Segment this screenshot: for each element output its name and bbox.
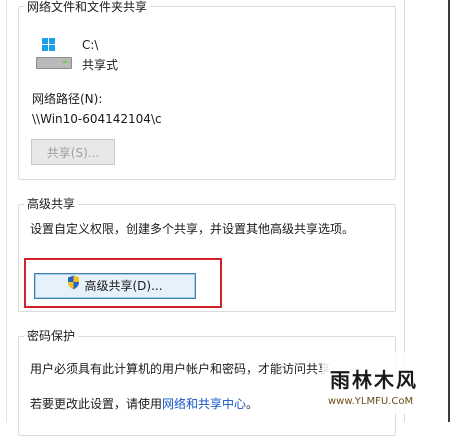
advanced-sharing-button-label: 高级共享(D)...	[84, 279, 163, 293]
instruction-prefix: 若要更改此设置，请使用	[30, 397, 163, 411]
network-sharing-center-link[interactable]: 网络和共享中心	[162, 397, 246, 411]
network-sharing-title: 网络文件和文件夹共享	[24, 0, 151, 14]
watermark-url: www.YLMFU.CoM	[328, 396, 414, 407]
advanced-sharing-description: 设置自定义权限，创建多个共享，并设置其他高级共享选项。	[30, 222, 355, 236]
share-button[interactable]: 共享(S)...	[31, 139, 115, 165]
advanced-sharing-title: 高级共享	[24, 197, 79, 211]
network-path-label: 网络路径(N):	[32, 92, 103, 106]
password-protection-instruction: 若要更改此设置，请使用网络和共享中心。	[30, 396, 258, 412]
password-protection-title: 密码保护	[24, 329, 79, 343]
advanced-sharing-button[interactable]: 高级共享(D)...	[34, 273, 196, 299]
instruction-suffix: 。	[246, 397, 259, 411]
watermark-logo-text: 雨林木风	[330, 368, 418, 392]
window-edge-line	[448, 0, 450, 422]
share-state: 共享式	[82, 58, 119, 72]
drive-name: C:\	[82, 38, 99, 52]
password-protection-text: 用户必须具有此计算机的用户帐户和密码，才能访问共享文件夹	[30, 362, 330, 376]
panel-left-edge	[6, 0, 7, 422]
network-path-value[interactable]: \\Win10-604142104\c	[32, 111, 162, 127]
uac-shield-icon	[67, 274, 80, 298]
